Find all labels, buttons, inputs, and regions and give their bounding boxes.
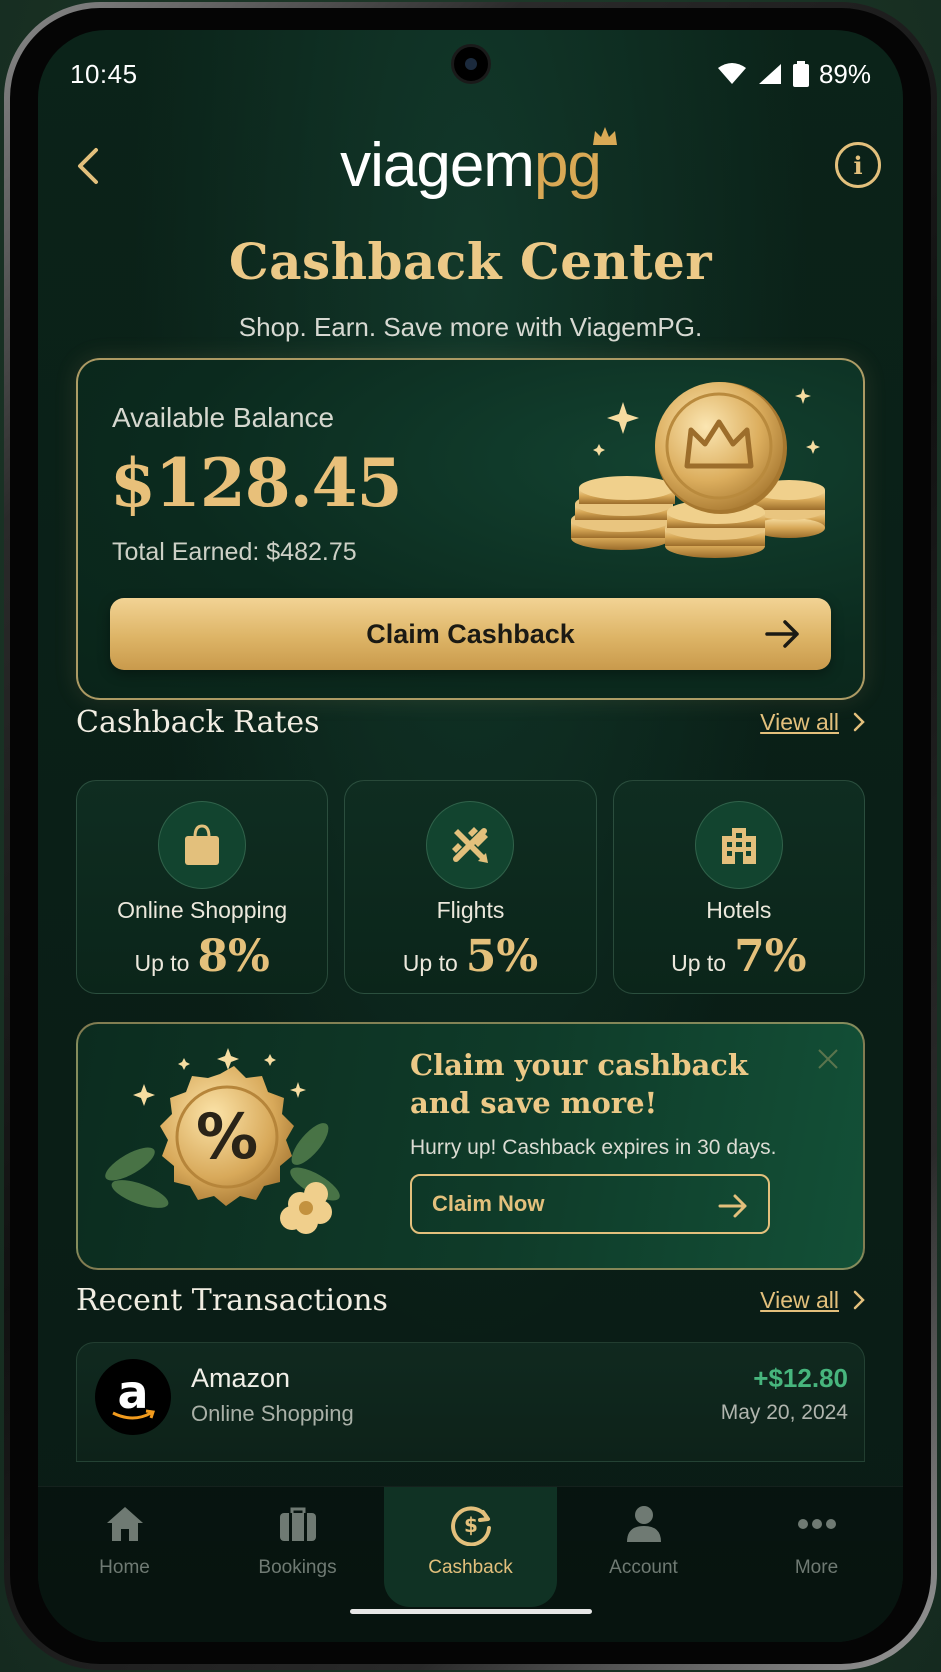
- rate-icon-circle: [158, 801, 247, 889]
- app-logo: viagempg: [38, 126, 903, 206]
- front-camera: [450, 44, 491, 84]
- cashback-rates-header: Cashback Rates View all: [76, 700, 865, 744]
- flower: [280, 1182, 332, 1234]
- screen: 10:45 89% viagempg i Cashback Center Sho…: [38, 30, 903, 1642]
- header: viagempg i: [38, 118, 903, 214]
- bottom-nav-items: Home Bookings $ Cashback Account More: [38, 1487, 903, 1607]
- claim-cashback-label: Claim Cashback: [366, 618, 575, 649]
- nav-label: Cashback: [428, 1557, 513, 1578]
- shopping-bag-icon: [185, 824, 220, 865]
- rate-value: Up to 5%: [345, 931, 595, 982]
- nav-more[interactable]: More: [730, 1487, 903, 1607]
- transactions-view-all-link[interactable]: View all: [760, 1287, 865, 1314]
- hotel-icon: [721, 828, 756, 864]
- arrow-right-icon: [718, 1194, 747, 1218]
- chevron-right-icon: [853, 712, 865, 732]
- page-subtitle: Shop. Earn. Save more with ViagemPG.: [238, 312, 703, 342]
- rate-percent: 5%: [465, 931, 539, 982]
- phone-bezel: 10:45 89% viagempg i Cashback Center Sho…: [10, 8, 931, 1664]
- nav-label: Account: [609, 1557, 678, 1578]
- rate-card-online-shopping[interactable]: Online Shopping Up to 8%: [76, 780, 329, 994]
- nav-bookings[interactable]: Bookings: [211, 1487, 384, 1607]
- nav-cashback[interactable]: $ Cashback: [384, 1487, 557, 1607]
- bottom-nav: Home Bookings $ Cashback Account More: [38, 1486, 903, 1642]
- rate-icon-circle: [426, 801, 515, 889]
- promo-banner: % Claim your cashback and save more! Hur…: [76, 1022, 865, 1270]
- rate-name: Hotels: [706, 897, 772, 923]
- cashback-rates-title: Cashback Rates: [76, 704, 320, 740]
- promo-subtitle: Hurry up! Cashback expires in 30 days.: [410, 1136, 777, 1159]
- battery-icon: [792, 61, 809, 87]
- percent-badge-icon: %: [105, 1048, 340, 1234]
- cashback-icon: $: [450, 1506, 491, 1546]
- rate-prefix: Up to: [402, 950, 458, 976]
- amazon-logo-icon: a: [95, 1359, 171, 1435]
- svg-text:$: $: [464, 1513, 478, 1537]
- nav-label: More: [794, 1557, 839, 1578]
- status-time: 10:45: [70, 58, 138, 89]
- rate-card-flights[interactable]: Flights Up to 5%: [344, 780, 597, 994]
- rate-value: Up to 8%: [77, 931, 327, 982]
- rate-percent: 7%: [734, 931, 807, 982]
- nav-label: Bookings: [258, 1557, 337, 1578]
- battery-percent: 89%: [818, 58, 871, 89]
- transaction-date: May 20, 2024: [720, 1401, 848, 1424]
- balance-amount: $128.45: [110, 444, 403, 522]
- airplane-icon: [452, 827, 489, 863]
- page-title: Cashback Center: [228, 232, 713, 291]
- rate-percent: 8%: [197, 931, 270, 982]
- rate-name: Online Shopping: [117, 897, 288, 923]
- signal-icon: [757, 62, 783, 86]
- person-icon: [626, 1506, 661, 1542]
- svg-text:%: %: [196, 1100, 258, 1173]
- claim-cashback-button[interactable]: Claim Cashback: [110, 598, 831, 670]
- phone-frame: 10:45 89% viagempg i Cashback Center Sho…: [4, 2, 937, 1670]
- rate-name: Flights: [436, 897, 505, 923]
- transactions-view-all-label: View all: [760, 1286, 839, 1313]
- logo-text-primary: viagem: [340, 131, 535, 200]
- rate-prefix: Up to: [134, 950, 190, 976]
- nav-home[interactable]: Home: [38, 1487, 211, 1607]
- balance-label: Available Balance: [112, 402, 335, 433]
- arrow-right-icon: [765, 620, 799, 648]
- logo-text-accent: pg: [534, 127, 617, 200]
- chevron-right-icon: [853, 1290, 865, 1310]
- rate-icon-circle: [694, 801, 783, 889]
- promo-title: Claim your cashback and save more!: [410, 1048, 749, 1120]
- recent-transactions-title: Recent Transactions: [76, 1282, 388, 1318]
- cashback-rates-list: Online Shopping Up to 8% Flights Up to 5…: [76, 780, 865, 994]
- claim-now-label: Claim Now: [432, 1191, 545, 1216]
- rate-prefix: Up to: [671, 950, 727, 976]
- nav-label: Home: [99, 1557, 150, 1578]
- amazon-smile: [112, 1409, 155, 1420]
- close-icon[interactable]: [815, 1046, 841, 1072]
- info-icon: i: [853, 150, 863, 180]
- rates-view-all-label: View all: [760, 708, 839, 735]
- home-indicator[interactable]: [349, 1609, 592, 1614]
- more-dots-icon: [797, 1519, 836, 1529]
- rate-value: Up to 7%: [614, 931, 864, 982]
- claim-now-button[interactable]: Claim Now: [410, 1174, 770, 1234]
- coin-stack-left: [571, 476, 675, 550]
- recent-transactions-header: Recent Transactions View all: [76, 1278, 865, 1322]
- rate-card-hotels[interactable]: Hotels Up to 7%: [612, 780, 865, 994]
- wifi-icon: [717, 62, 747, 86]
- home-icon: [106, 1507, 143, 1541]
- transaction-amount: +$12.80: [753, 1363, 848, 1393]
- merchant-name: Amazon: [191, 1363, 291, 1393]
- crown-icon: [592, 127, 617, 145]
- status-icons: 89%: [717, 59, 871, 90]
- transaction-row[interactable]: a Amazon Online Shopping +$12.80 May 20,…: [76, 1342, 865, 1462]
- nav-account[interactable]: Account: [557, 1487, 730, 1607]
- rates-view-all-link[interactable]: View all: [760, 709, 865, 736]
- gold-coins-icon: [571, 382, 825, 558]
- balance-card: Available Balance $128.45 Total Earned: …: [76, 358, 865, 700]
- crown-coin: [655, 382, 787, 514]
- merchant-category: Online Shopping: [191, 1401, 354, 1426]
- total-earned: Total Earned: $482.75: [112, 538, 357, 566]
- briefcase-icon: [279, 1507, 316, 1541]
- info-button[interactable]: i: [835, 142, 881, 188]
